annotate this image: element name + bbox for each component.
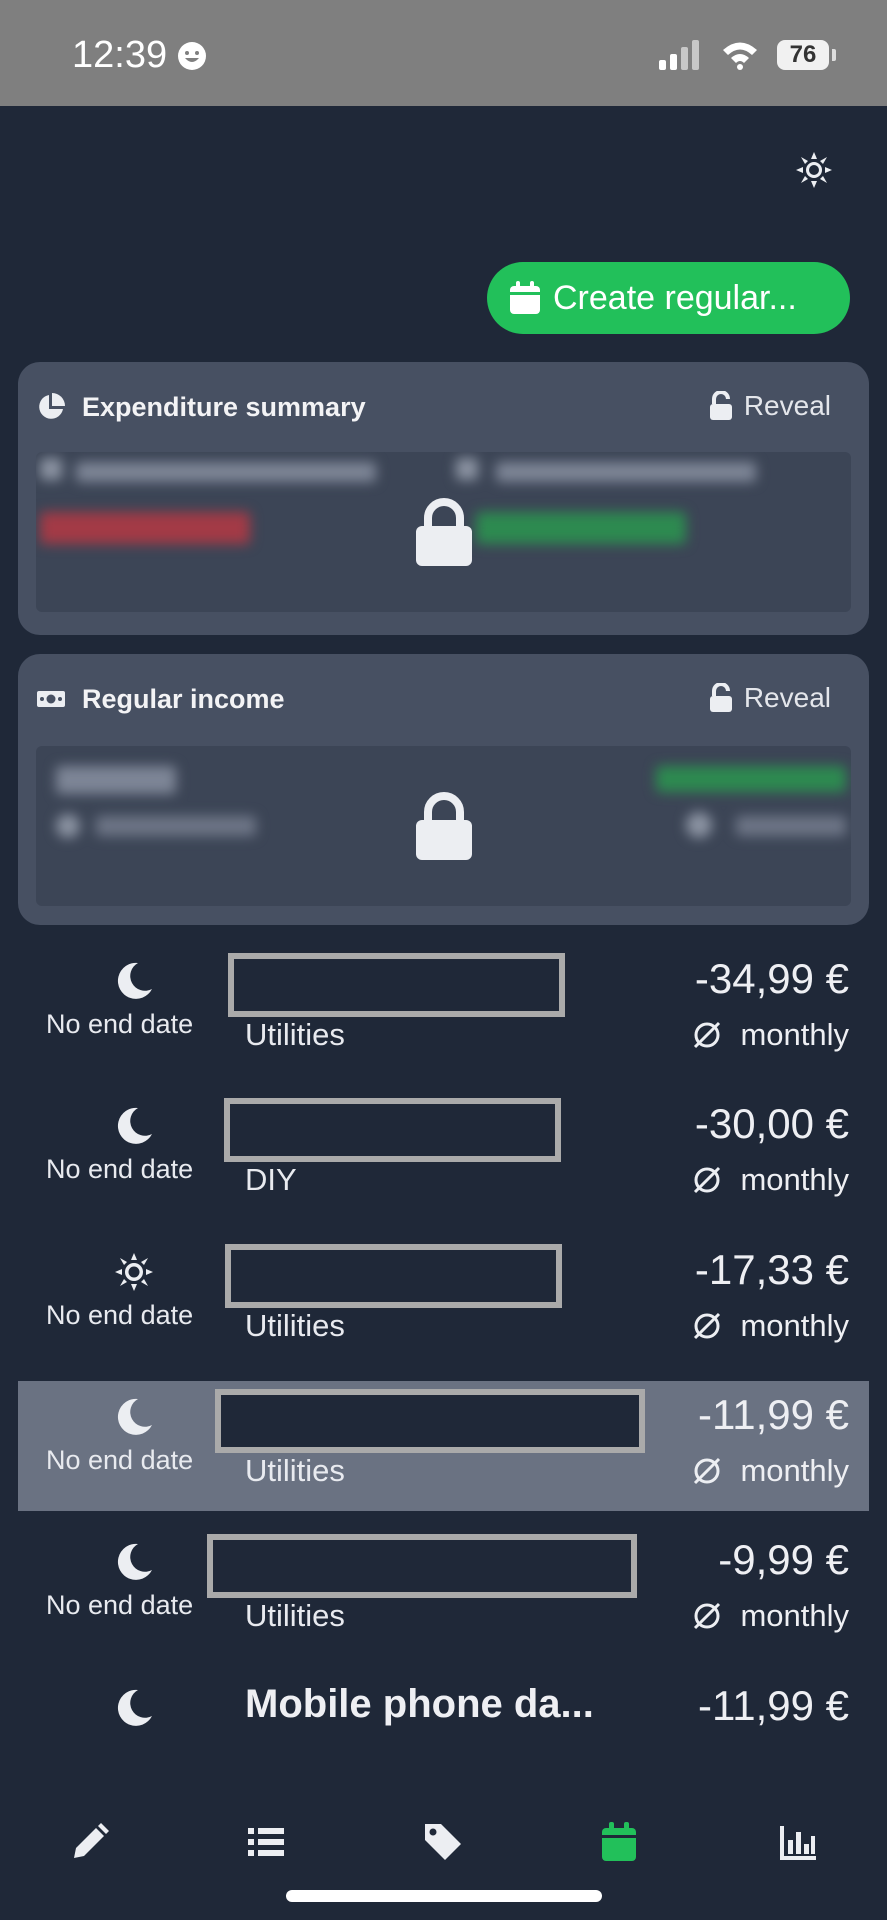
category-label: Utilities [245,1308,345,1343]
list-item[interactable]: No end date Utilities -34,99 € monthly [18,945,869,1075]
list-item[interactable]: No end date Utilities -9,99 € monthly [18,1526,869,1656]
amount-label: -11,99 € [698,1391,849,1438]
redacted-name-box [228,953,565,1017]
smiley-icon [178,41,207,70]
moon-icon [117,1398,152,1435]
end-date-label: No end date [46,1300,194,1330]
reveal-button[interactable]: Reveal [708,682,831,714]
nav-edit[interactable] [70,1822,110,1862]
sun-icon [796,152,832,188]
category-label: Utilities [245,1017,345,1052]
frequency-label: monthly [740,1162,849,1197]
average-icon [694,1312,721,1340]
item-name: Mobile phone da... [245,1682,594,1726]
average-icon [694,1602,721,1630]
status-bar: 12:39 76 [0,0,887,106]
sun-icon [115,1253,153,1291]
clock-text: 12:39 [72,34,168,76]
moon-icon [117,1107,152,1144]
average-icon [694,1166,721,1194]
frequency: monthly [692,1598,849,1634]
theme-toggle-button[interactable] [796,152,832,188]
frequency-label: monthly [740,1598,849,1633]
frequency-label: monthly [740,1453,849,1488]
nav-tags[interactable] [423,1822,463,1862]
frequency: monthly [692,1017,849,1053]
battery-level: 76 [789,41,817,68]
expenditure-summary-card: Expenditure summary Reveal [18,362,869,635]
calendar-icon [602,1822,636,1861]
amount-label: -9,99 € [718,1536,849,1583]
wifi-icon [723,42,757,70]
redacted-name-box [215,1389,645,1453]
category-label: Utilities [245,1453,345,1488]
list-icon [248,1828,284,1856]
amount-label: -17,33 € [694,1246,849,1293]
regular-income-card: Regular income Reveal [18,654,869,925]
category-label: DIY [245,1162,297,1197]
redacted-name-box [225,1244,562,1308]
summary-blurred-area [36,452,851,612]
status-time: 12:39 [72,34,207,77]
amount-label: -30,00 € [694,1100,849,1147]
card-title: Expenditure summary [82,392,366,422]
battery-indicator: 76 [777,40,836,70]
lock-icon [415,498,472,566]
end-date-label: No end date [46,1154,194,1184]
end-date-label: No end date [46,1009,194,1039]
list-item-selected[interactable]: No end date Utilities -11,99 € monthly [18,1381,869,1511]
frequency-label: monthly [740,1308,849,1343]
lock-icon [415,792,472,860]
redacted-name-box [207,1534,637,1598]
list-item[interactable]: Mobile phone da... -11,99 € [18,1672,869,1758]
reveal-button[interactable]: Reveal [708,390,831,422]
create-regular-button[interactable]: Create regular... [487,262,850,334]
tag-icon [425,1824,461,1860]
reveal-label: Reveal [743,390,831,421]
card-title: Regular income [82,684,285,714]
amount-label: -34,99 € [694,955,849,1002]
end-date-label: No end date [46,1445,194,1475]
frequency: monthly [692,1453,849,1489]
pie-chart-icon [39,393,65,419]
category-label: Utilities [245,1598,345,1633]
end-date-label: No end date [46,1590,194,1620]
bar-chart-icon [780,1826,816,1860]
nav-list[interactable] [246,1822,286,1862]
home-indicator[interactable] [286,1890,602,1902]
amount-label: -11,99 € [698,1682,849,1729]
calendar-icon [510,281,540,314]
frequency-label: monthly [740,1017,849,1052]
moon-icon [117,962,152,999]
signal-icon [659,40,699,70]
moon-icon [117,1689,152,1726]
nav-regular[interactable] [601,1822,641,1862]
unlock-icon [709,391,732,420]
list-item[interactable]: No end date Utilities -17,33 € monthly [18,1236,869,1366]
frequency: monthly [692,1162,849,1198]
nav-statistics[interactable] [778,1822,818,1862]
list-item[interactable]: No end date DIY -30,00 € monthly [18,1090,869,1220]
average-icon [694,1021,721,1049]
reveal-label: Reveal [743,682,831,713]
unlock-icon [709,683,732,712]
income-blurred-area [36,746,851,906]
redacted-name-box [224,1098,561,1162]
cash-icon [37,691,65,707]
create-regular-label: Create regular... [553,278,797,317]
pencil-icon [74,1823,109,1858]
average-icon [694,1457,721,1485]
moon-icon [117,1543,152,1580]
frequency: monthly [692,1308,849,1344]
